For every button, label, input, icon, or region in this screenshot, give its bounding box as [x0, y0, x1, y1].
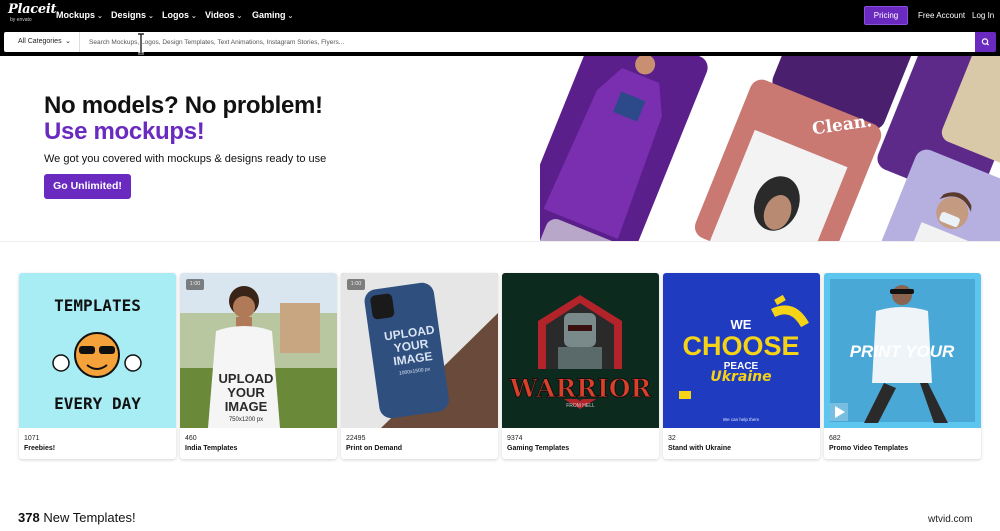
video-duration-badge: 1:00	[186, 279, 204, 290]
card-thumbnail: WARRIOR FROM HELL	[502, 273, 659, 428]
card-art-text: We can help them	[723, 417, 759, 422]
chevron-down-icon: ⌄	[97, 13, 103, 20]
card-art-text: EVERY DAY	[54, 394, 141, 413]
card-count: 22495	[346, 435, 366, 442]
nav-item-mockups[interactable]: Mockups ⌄	[56, 10, 103, 20]
chevron-down-icon: ⌄	[236, 13, 243, 20]
card-count: 460	[185, 435, 197, 442]
chevron-down-icon: ⌄	[65, 38, 71, 45]
card-count: 9374	[507, 435, 523, 442]
card-art-text: Ukraine	[710, 369, 771, 385]
card-art-text: 750x1200 px	[229, 417, 263, 423]
chevron-down-icon: ⌄	[148, 13, 154, 20]
card-label: Freebies!	[24, 445, 56, 452]
category-card-print-on-demand[interactable]: UPLOAD YOUR IMAGE 1000x1500 px 1:00 2249…	[341, 273, 498, 459]
logo-subtext: by envato	[10, 17, 32, 23]
new-templates-heading: 378 New Templates!	[18, 510, 136, 525]
hero-title-highlight: Use mockups!	[44, 118, 205, 145]
card-count: 32	[668, 435, 676, 442]
top-navigation-bar: Placeit by envato Mockups ⌄ Designs ⌄ Logo…	[0, 0, 1000, 30]
card-thumbnail: WE CHOOSE PEACE Ukraine We can help them	[663, 273, 820, 428]
category-select[interactable]: All Categories ⌄	[4, 32, 80, 52]
category-card-freebies[interactable]: TEMPLATES EVERY DAY 1071 Freebies!	[19, 273, 176, 459]
nav-item-videos[interactable]: Videos ⌄	[205, 10, 242, 20]
card-art-text: YOUR	[227, 385, 265, 400]
card-art-text: CHOOSE	[682, 331, 799, 361]
watermark: wtvid.com	[926, 514, 975, 525]
card-label: Promo Video Templates	[829, 445, 909, 452]
nav-item-logos[interactable]: Logos ⌄	[162, 10, 197, 20]
chevron-down-icon: ⌄	[287, 13, 294, 20]
hero-banner: No models? No problem! Use mockups! We g…	[0, 56, 1000, 242]
free-account-link[interactable]: Free Account	[918, 11, 965, 20]
nav-item-gaming[interactable]: Gaming ⌄	[252, 10, 293, 20]
category-card-row: TEMPLATES EVERY DAY 1071 Freebies! UPLOA…	[19, 273, 981, 459]
new-templates-count: 378	[18, 510, 40, 525]
hero-collage-image: Clean.	[540, 56, 1000, 241]
category-card-stand-with-ukraine[interactable]: WE CHOOSE PEACE Ukraine We can help them…	[663, 273, 820, 459]
hero-title: No models? No problem!	[44, 92, 323, 119]
card-thumbnail: UPLOAD YOUR IMAGE 750x1200 px 1:00	[180, 273, 337, 428]
go-unlimited-button[interactable]: Go Unlimited!	[44, 174, 131, 199]
card-art-text: IMAGE	[225, 399, 268, 414]
card-thumbnail: TEMPLATES EVERY DAY	[19, 273, 176, 428]
card-art-text: FROM HELL	[566, 403, 595, 409]
card-label: Print on Demand	[346, 445, 403, 452]
category-card-promo-video-templates[interactable]: PRINT YOUR 682 Promo Video Templates	[824, 273, 981, 459]
nav-item-label: Designs	[111, 10, 147, 20]
category-select-label: All Categories	[18, 38, 62, 45]
login-link[interactable]: Log In	[972, 11, 994, 20]
card-label: Stand with Ukraine	[668, 445, 732, 452]
card-art-text: WARRIOR	[509, 374, 652, 403]
nav-item-label: Mockups	[56, 10, 96, 20]
card-thumbnail: UPLOAD YOUR IMAGE 1000x1500 px 1:00	[341, 273, 498, 428]
pricing-button[interactable]: Pricing	[864, 6, 908, 25]
category-card-gaming-templates[interactable]: WARRIOR FROM HELL 9374 Gaming Templates	[502, 273, 659, 459]
card-art-text: PRINT YOUR	[850, 342, 955, 361]
card-label: Gaming Templates	[507, 445, 570, 452]
nav-item-label: Logos	[162, 10, 189, 20]
card-art-text: UPLOAD	[219, 371, 274, 386]
card-count: 682	[829, 435, 841, 442]
nav-item-designs[interactable]: Designs ⌄	[111, 10, 154, 20]
category-card-india-templates[interactable]: UPLOAD YOUR IMAGE 750x1200 px 1:00 460 I…	[180, 273, 337, 459]
card-art-text: TEMPLATES	[54, 296, 141, 315]
placeit-logo[interactable]: Placeit by envato	[8, 2, 57, 27]
card-label: India Templates	[185, 445, 238, 452]
search-icon	[981, 38, 990, 46]
new-templates-label: New Templates!	[43, 510, 136, 525]
text-cursor-icon	[138, 33, 144, 55]
card-art-text: WE	[731, 317, 752, 332]
hero-subtitle: We got you covered with mockups & design…	[44, 153, 327, 165]
card-count: 1071	[24, 435, 40, 442]
nav-item-label: Videos	[205, 10, 235, 20]
video-duration-badge: 1:00	[347, 279, 365, 290]
search-button[interactable]	[975, 32, 996, 52]
logo-text: Placeit	[8, 2, 57, 17]
search-input[interactable]	[80, 32, 976, 52]
chevron-down-icon: ⌄	[191, 13, 197, 20]
nav-item-label: Gaming	[252, 10, 286, 20]
search-bar: All Categories ⌄	[0, 30, 1000, 56]
hero-mockup-collage: Clean.	[540, 56, 1000, 241]
card-thumbnail: PRINT YOUR	[824, 273, 981, 428]
